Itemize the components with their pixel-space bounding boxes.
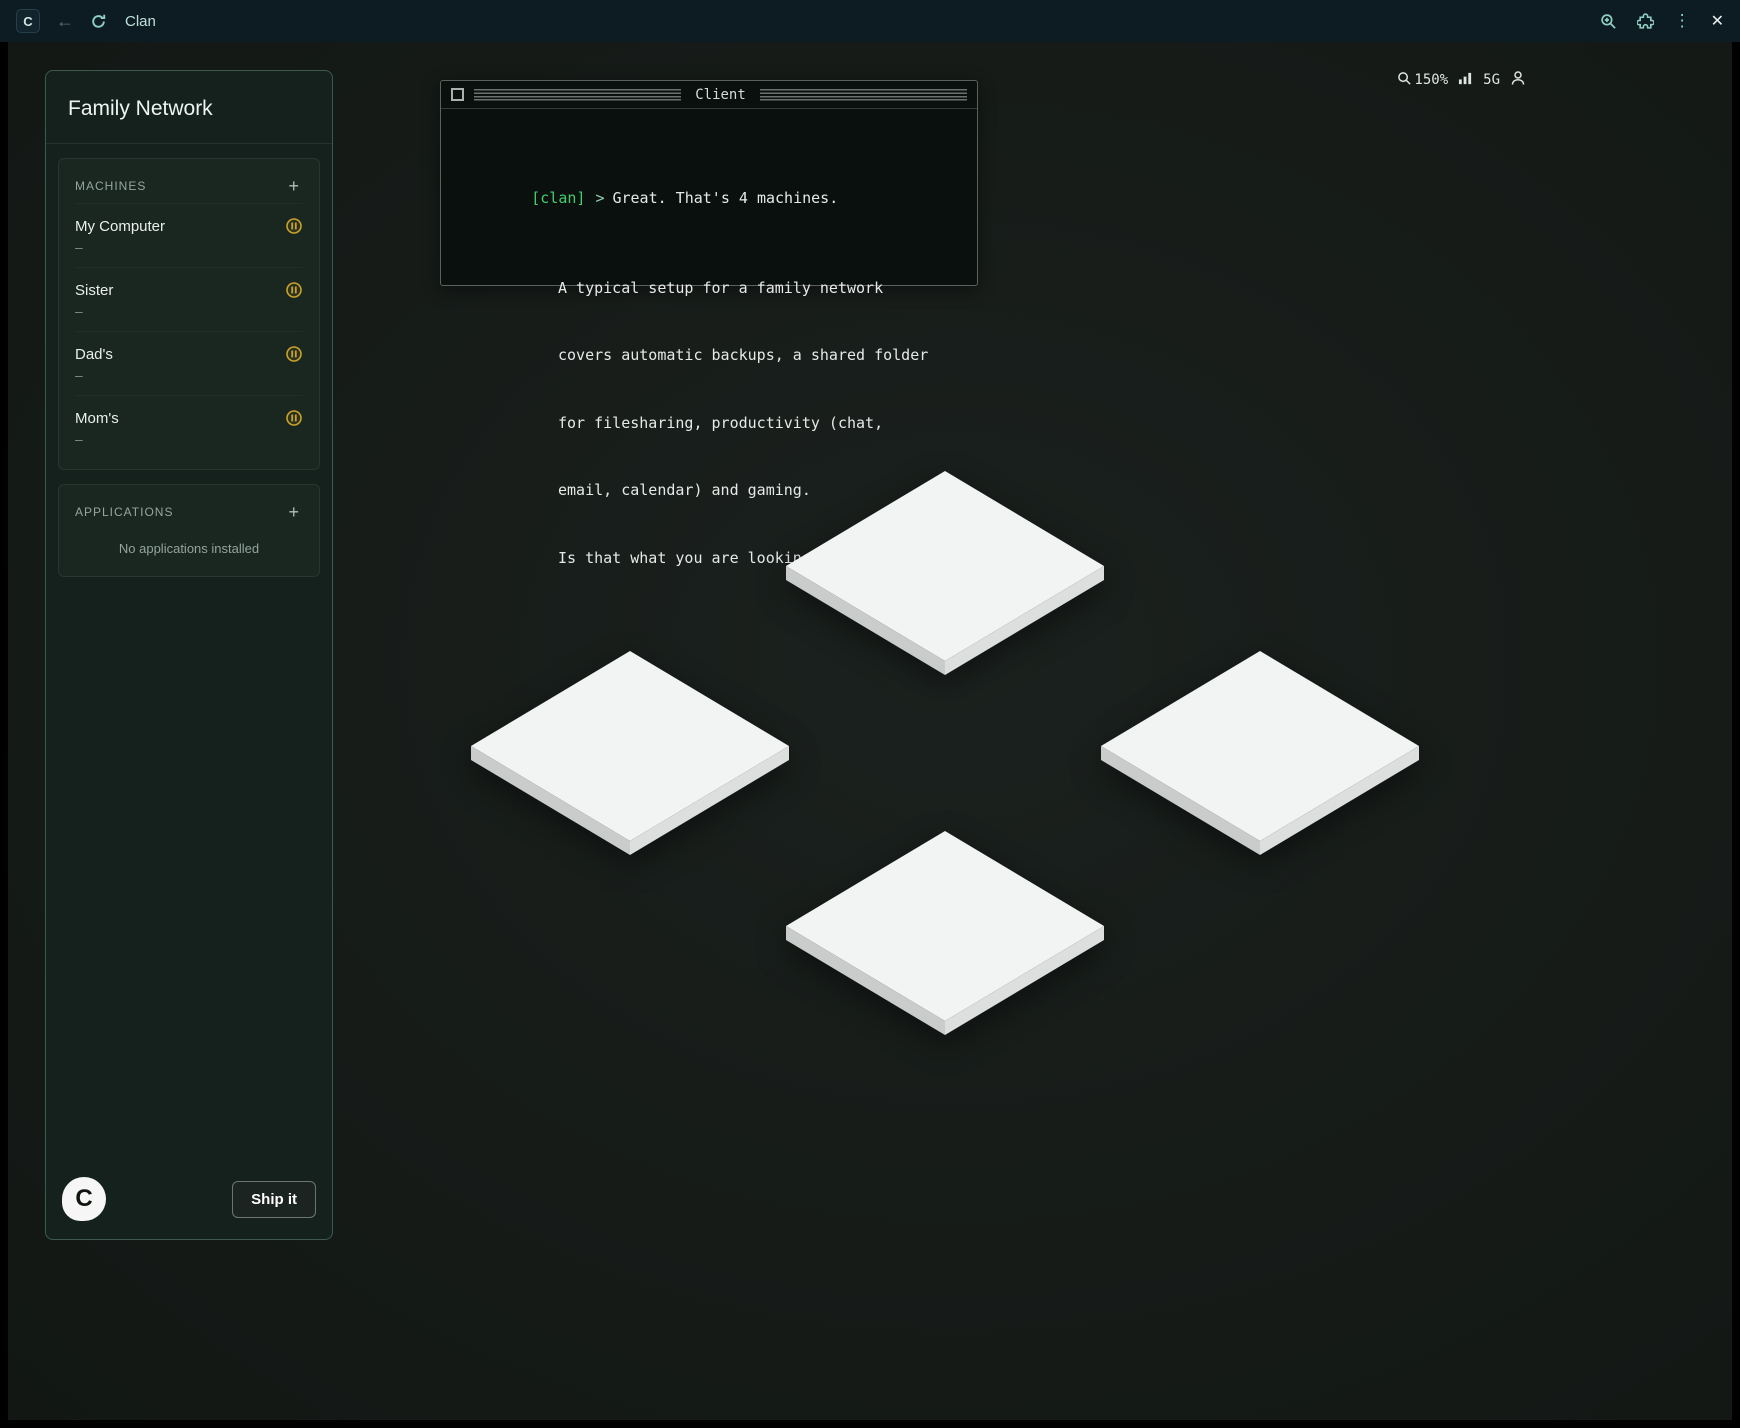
machine-row[interactable]: Mom's – (75, 395, 303, 459)
signal-icon (1458, 71, 1473, 90)
machine-subtitle: – (75, 239, 303, 255)
clan-logo-letter: C (75, 1185, 92, 1213)
machines-header: MACHINES (75, 179, 146, 193)
titlebar-lines (760, 89, 967, 101)
machine-tile[interactable] (785, 830, 1105, 1036)
zoom-level-icon[interactable] (1397, 71, 1412, 90)
sidebar: Family Network MACHINES + My Computer – (45, 70, 333, 1240)
machine-row[interactable]: Sister – (75, 267, 303, 331)
canvas-statusbar: 150% 5G (1397, 70, 1526, 90)
browser-menu-icon[interactable]: ⋮ (1674, 11, 1691, 31)
extensions-icon[interactable] (1637, 13, 1654, 30)
terminal-titlebar[interactable]: Client (441, 81, 977, 109)
machine-status-icon (285, 345, 303, 363)
zoom-level-value: 150% (1414, 72, 1448, 88)
add-machine-button[interactable]: + (284, 175, 303, 197)
page-title: Family Network (46, 71, 332, 144)
close-icon[interactable]: ✕ (1711, 11, 1724, 31)
machine-tile[interactable] (785, 470, 1105, 676)
applications-section: APPLICATIONS + No applications installed (58, 484, 320, 577)
machine-name: Mom's (75, 410, 119, 427)
tab-title[interactable]: Clan (125, 13, 156, 30)
machine-subtitle: – (75, 367, 303, 383)
machine-name: My Computer (75, 218, 165, 235)
terminal-prompt: [clan] (531, 189, 585, 207)
machine-row[interactable]: My Computer – (75, 203, 303, 267)
applications-header: APPLICATIONS (75, 505, 173, 519)
terminal-line: Great. That's 4 machines. (612, 189, 838, 207)
machine-status-icon (285, 409, 303, 427)
machine-row[interactable]: Dad's – (75, 331, 303, 395)
machine-subtitle: – (75, 431, 303, 447)
machine-tile[interactable] (470, 650, 790, 856)
add-application-button[interactable]: + (284, 501, 303, 523)
app-canvas: 150% 5G Family Network MACHINES + (8, 42, 1732, 1420)
terminal-line: covers automatic backups, a shared folde… (459, 344, 959, 367)
machine-status-icon (285, 217, 303, 235)
machine-status-icon (285, 281, 303, 299)
sidebar-footer: C Ship it (46, 1161, 332, 1239)
titlebar-lines (474, 89, 681, 101)
window-control-icon[interactable] (451, 88, 464, 101)
terminal-prompt-arrow: > (585, 189, 612, 207)
ship-it-button[interactable]: Ship it (232, 1181, 316, 1218)
terminal-title: Client (691, 87, 750, 103)
clan-logo: C (62, 1177, 106, 1221)
clan-favicon: C (16, 9, 40, 33)
reload-icon[interactable] (90, 13, 107, 30)
clan-favicon-letter: C (23, 14, 32, 29)
terminal-line: A typical setup for a family network (459, 277, 959, 300)
applications-empty-text: No applications installed (75, 529, 303, 566)
browser-topbar: C ← Clan ⋮ ✕ (0, 0, 1740, 42)
user-icon[interactable] (1510, 70, 1526, 90)
machine-name: Sister (75, 282, 113, 299)
machine-name: Dad's (75, 346, 113, 363)
browser-zoom-icon[interactable] (1600, 13, 1617, 30)
machine-subtitle: – (75, 303, 303, 319)
terminal-line: for filesharing, productivity (chat, (459, 412, 959, 435)
back-icon[interactable]: ← (56, 12, 74, 30)
network-badge: 5G (1483, 72, 1500, 88)
client-terminal-window[interactable]: Client [clan]>Great. That's 4 machines. … (440, 80, 978, 286)
machine-tile[interactable] (1100, 650, 1420, 856)
machines-section: MACHINES + My Computer – Sister (58, 158, 320, 470)
